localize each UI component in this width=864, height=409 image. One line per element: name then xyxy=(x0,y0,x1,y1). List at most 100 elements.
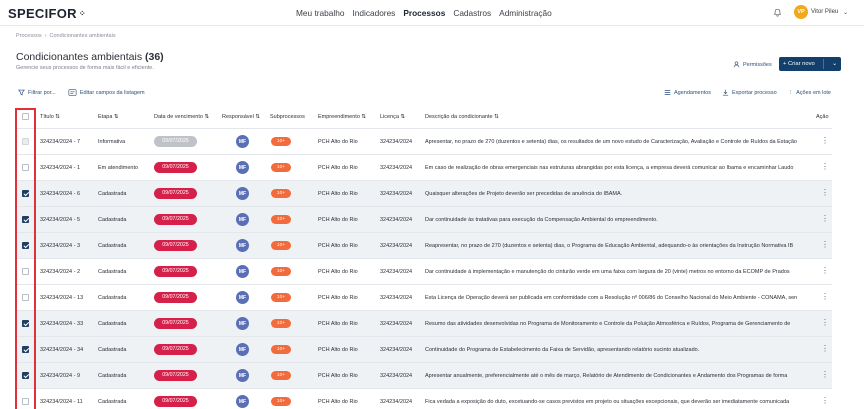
table-row[interactable]: 324234/2024 - 34 Cadastrada 09/07/2025 MF 10… xyxy=(16,336,832,362)
responsible-avatar[interactable]: MF xyxy=(236,213,249,226)
table-row[interactable]: 324234/2024 - 9 Cadastrada 09/07/2025 MF 10+… xyxy=(16,362,832,388)
subprocess-badge[interactable]: 10+ xyxy=(271,137,291,146)
row-actions-kebab-icon[interactable]: ⋮ xyxy=(821,215,829,223)
cell-titulo[interactable]: 324234/2024 - 1 xyxy=(40,165,80,171)
list-edit-icon xyxy=(68,89,77,96)
table-row[interactable]: 324234/2024 - 33 Cadastrada 09/07/2025 MF 10… xyxy=(16,310,832,336)
cell-titulo[interactable]: 324234/2024 - 11 xyxy=(40,399,83,405)
col-etapa[interactable]: Etapa ⇅ xyxy=(98,114,119,120)
page-subtitle: Gerencie seus processos de forma mais fá… xyxy=(16,65,154,71)
table-row[interactable]: 324234/2024 - 11 Cadastrada 09/07/2025 MF 10… xyxy=(16,388,832,409)
user-avatar[interactable]: VP xyxy=(794,5,808,19)
responsible-avatar[interactable]: MF xyxy=(236,135,249,148)
nav-administracao[interactable]: Administração xyxy=(499,8,552,18)
responsible-avatar[interactable]: MF xyxy=(236,317,249,330)
sort-icon[interactable]: ⇅ xyxy=(204,114,209,120)
nav-meu-trabalho[interactable]: Meu trabalho xyxy=(296,8,344,18)
cell-titulo[interactable]: 324234/2024 - 5 xyxy=(40,217,80,223)
cell-titulo[interactable]: 324234/2024 - 13 xyxy=(40,295,83,301)
subprocess-badge[interactable]: 10+ xyxy=(271,371,291,380)
table-row[interactable]: 324234/2024 - 3 Cadastrada 09/07/2025 MF 10+… xyxy=(16,232,832,258)
filter-button[interactable]: Filtrar por... xyxy=(18,89,56,96)
subprocess-badge[interactable]: 10+ xyxy=(271,163,291,172)
subprocess-badge[interactable]: 10+ xyxy=(271,293,291,302)
cell-titulo[interactable]: 324234/2024 - 2 xyxy=(40,269,80,275)
col-descricao-label: Descrição da condicionante xyxy=(425,114,493,120)
col-titulo-label: Título xyxy=(40,114,54,120)
permissions-button[interactable]: Permissões xyxy=(733,61,772,68)
responsible-avatar[interactable]: MF xyxy=(236,187,249,200)
user-name[interactable]: Vitor Pileu xyxy=(811,9,838,15)
subprocess-badge[interactable]: 10+ xyxy=(271,215,291,224)
table-row[interactable]: 324234/2024 - 2 Cadastrada 09/07/2025 MF 10+… xyxy=(16,258,832,284)
row-actions-kebab-icon[interactable]: ⋮ xyxy=(821,397,829,405)
download-icon xyxy=(722,89,729,96)
sort-icon[interactable]: ⇅ xyxy=(494,114,499,120)
col-responsavel[interactable]: Responsável ⇅ xyxy=(222,114,260,120)
subprocess-badge[interactable]: 10+ xyxy=(271,241,291,250)
col-licenca[interactable]: Licença ⇅ xyxy=(380,114,405,120)
subprocess-badge[interactable]: 10+ xyxy=(271,267,291,276)
chevron-down-icon[interactable]: ⌄ xyxy=(843,9,848,16)
cell-titulo[interactable]: 324234/2024 - 6 xyxy=(40,191,80,197)
nav-indicadores[interactable]: Indicadores xyxy=(352,8,395,18)
row-actions-kebab-icon[interactable]: ⋮ xyxy=(821,163,829,171)
subprocess-badge[interactable]: 10+ xyxy=(271,345,291,354)
table-row[interactable]: 324234/2024 - 1 Em atendimento 09/07/2025 M… xyxy=(16,154,832,180)
row-actions-kebab-icon[interactable]: ⋮ xyxy=(821,267,829,275)
create-new-button[interactable]: + Criar novo ⌄ xyxy=(779,57,841,71)
edit-fields-button[interactable]: Editar campos da listagem xyxy=(68,89,145,96)
logo-text: SPECIFOR xyxy=(8,6,77,21)
responsible-avatar[interactable]: MF xyxy=(236,343,249,356)
row-actions-kebab-icon[interactable]: ⋮ xyxy=(821,293,829,301)
cell-etapa: Em atendimento xyxy=(98,165,139,171)
cell-titulo[interactable]: 324234/2024 - 9 xyxy=(40,373,80,379)
batch-actions-button[interactable]: ⋮ Ações em lote xyxy=(788,89,831,96)
col-subprocessos[interactable]: Subprocessos xyxy=(270,114,305,120)
row-actions-kebab-icon[interactable]: ⋮ xyxy=(821,319,829,327)
responsible-avatar[interactable]: MF xyxy=(236,291,249,304)
col-data-vencimento[interactable]: Data de vencimento ⇅ xyxy=(154,114,209,120)
responsible-avatar[interactable]: MF xyxy=(236,161,249,174)
subprocess-badge[interactable]: 10+ xyxy=(271,189,291,198)
nav-cadastros[interactable]: Cadastros xyxy=(453,8,491,18)
subprocess-badge[interactable]: 10+ xyxy=(271,319,291,328)
responsible-avatar[interactable]: MF xyxy=(236,265,249,278)
row-actions-kebab-icon[interactable]: ⋮ xyxy=(821,371,829,379)
sort-icon[interactable]: ⇅ xyxy=(114,114,119,120)
cell-titulo[interactable]: 324234/2024 - 7 xyxy=(40,139,80,145)
cell-descricao: Apresentar anualmente, preferencialmente… xyxy=(425,373,788,379)
breadcrumb-processos[interactable]: Processos xyxy=(16,33,42,39)
row-actions-kebab-icon[interactable]: ⋮ xyxy=(821,345,829,353)
processes-table: Título ⇅ Etapa ⇅ Data de vencimento ⇅ Re… xyxy=(16,106,832,409)
cell-descricao: Resumo das atividades desenvolvidas no P… xyxy=(425,321,791,327)
export-button[interactable]: Exportar processo xyxy=(722,89,777,96)
responsible-avatar[interactable]: MF xyxy=(236,239,249,252)
col-titulo[interactable]: Título ⇅ xyxy=(40,114,60,120)
sort-icon[interactable]: ⇅ xyxy=(55,114,60,120)
row-actions-kebab-icon[interactable]: ⋮ xyxy=(821,137,829,145)
bell-icon[interactable] xyxy=(773,8,782,17)
col-descricao[interactable]: Descrição da condicionante ⇅ xyxy=(425,114,499,120)
chevron-down-icon[interactable]: ⌄ xyxy=(832,61,837,67)
sort-icon[interactable]: ⇅ xyxy=(361,114,366,120)
sort-icon[interactable]: ⇅ xyxy=(255,114,260,120)
row-actions-kebab-icon[interactable]: ⋮ xyxy=(821,189,829,197)
app-logo[interactable]: SPECIFOR ⁘ xyxy=(8,6,86,21)
sort-icon[interactable]: ⇅ xyxy=(401,114,406,120)
cell-etapa: Cadastrada xyxy=(98,373,127,379)
col-empreendimento[interactable]: Empreendimento ⇅ xyxy=(318,114,366,120)
cell-titulo[interactable]: 324234/2024 - 33 xyxy=(40,321,83,327)
cell-titulo[interactable]: 324234/2024 - 34 xyxy=(40,347,83,353)
responsible-avatar[interactable]: MF xyxy=(236,395,249,408)
schedules-button[interactable]: Agendamentos xyxy=(664,89,711,96)
table-row[interactable]: 324234/2024 - 7 Informativa 09/07/2025 MF 10… xyxy=(16,128,832,154)
row-actions-kebab-icon[interactable]: ⋮ xyxy=(821,241,829,249)
subprocess-badge[interactable]: 10+ xyxy=(271,397,291,406)
table-row[interactable]: 324234/2024 - 6 Cadastrada 09/07/2025 MF 10+… xyxy=(16,180,832,206)
responsible-avatar[interactable]: MF xyxy=(236,369,249,382)
table-row[interactable]: 324234/2024 - 13 Cadastrada 09/07/2025 MF 10… xyxy=(16,284,832,310)
cell-titulo[interactable]: 324234/2024 - 3 xyxy=(40,243,80,249)
table-row[interactable]: 324234/2024 - 5 Cadastrada 09/07/2025 MF 10+… xyxy=(16,206,832,232)
nav-processos[interactable]: Processos xyxy=(403,8,445,18)
